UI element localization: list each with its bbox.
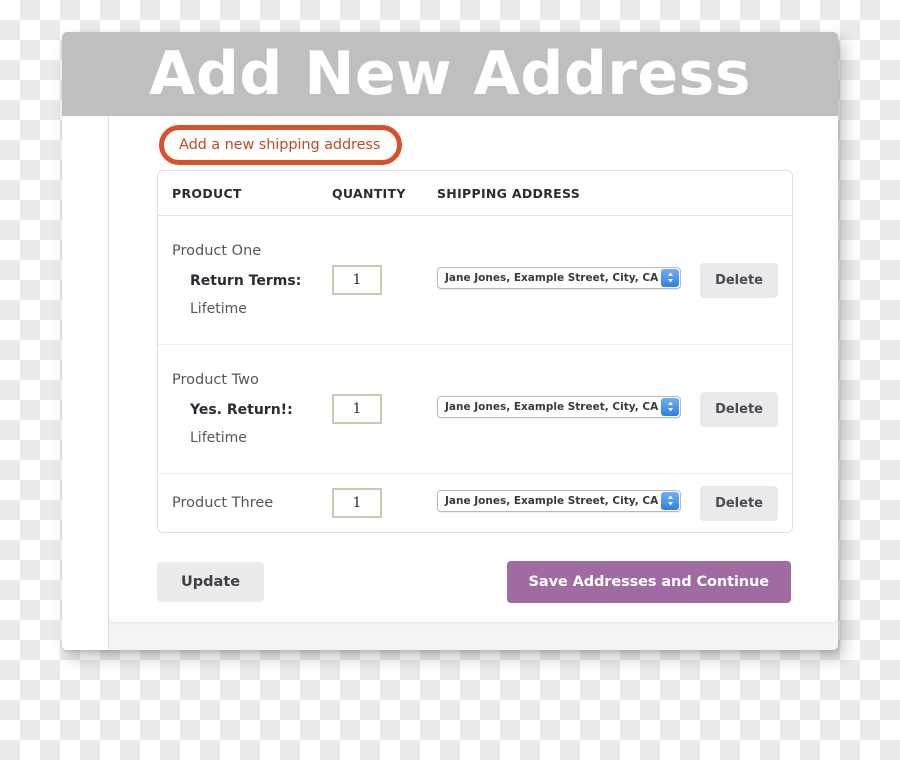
- action-cell: Delete: [686, 391, 778, 427]
- table-row: Product Three Jane Jones, Example Street…: [158, 474, 792, 532]
- address-cell: Jane Jones, Example Street, City, CA: [437, 266, 686, 294]
- product-cell: Product Three: [172, 485, 332, 521]
- action-cell: Delete: [686, 485, 778, 521]
- product-name: Product One: [172, 243, 262, 259]
- product-cell: Product One Return Terms: Lifetime: [172, 233, 332, 327]
- product-name: Product Three: [172, 495, 274, 511]
- quantity-input[interactable]: [332, 488, 382, 518]
- quantity-input[interactable]: [332, 394, 382, 424]
- add-shipping-address-link[interactable]: Add a new shipping address: [167, 130, 394, 160]
- content-panel: Add a new shipping address PRODUCT QUANT…: [109, 116, 838, 622]
- add-shipping-address-wrapper: Add a new shipping address: [159, 125, 403, 165]
- page-title: Add New Address: [149, 39, 751, 109]
- shipping-address-select-value: Jane Jones, Example Street, City, CA: [445, 271, 659, 284]
- column-header-shipping-address: SHIPPING ADDRESS: [437, 185, 580, 201]
- bottom-actions: Update Save Addresses and Continue: [157, 561, 791, 603]
- table-row: Product One Return Terms: Lifetime Jane …: [158, 216, 792, 345]
- shipping-address-select-value: Jane Jones, Example Street, City, CA: [445, 400, 659, 413]
- table-row: Product Two Yes. Return!: Lifetime Jane …: [158, 345, 792, 474]
- return-terms-value: Lifetime: [190, 301, 247, 317]
- chevron-up-down-icon[interactable]: [661, 268, 679, 287]
- update-button[interactable]: Update: [157, 562, 265, 602]
- quantity-cell: [332, 265, 437, 295]
- product-cell: Product Two Yes. Return!: Lifetime: [172, 362, 332, 456]
- shipping-address-select[interactable]: Jane Jones, Example Street, City, CA: [437, 266, 681, 289]
- shipping-address-select[interactable]: Jane Jones, Example Street, City, CA: [437, 489, 681, 512]
- shipping-address-select[interactable]: Jane Jones, Example Street, City, CA: [437, 395, 681, 418]
- quantity-cell: [332, 488, 437, 518]
- save-addresses-and-continue-button[interactable]: Save Addresses and Continue: [506, 561, 791, 603]
- column-header-quantity: QUANTITY: [332, 185, 406, 201]
- address-cell: Jane Jones, Example Street, City, CA: [437, 395, 686, 423]
- card-body: Add a new shipping address PRODUCT QUANT…: [62, 116, 838, 650]
- left-gutter: [62, 116, 109, 650]
- table-header-row: PRODUCT QUANTITY SHIPPING ADDRESS: [158, 171, 792, 216]
- chevron-up-down-icon[interactable]: [661, 397, 679, 416]
- chevron-up-down-icon[interactable]: [661, 491, 679, 510]
- shipping-address-select-value: Jane Jones, Example Street, City, CA: [445, 494, 659, 507]
- delete-button[interactable]: Delete: [700, 391, 778, 427]
- title-banner: Add New Address: [62, 32, 838, 116]
- return-terms-label: Yes. Return!:: [190, 402, 293, 418]
- return-terms-label: Return Terms:: [190, 273, 302, 289]
- address-cell: Jane Jones, Example Street, City, CA: [437, 489, 686, 517]
- screenshot-card: Add New Address Add a new shipping addre…: [62, 32, 838, 650]
- column-header-product: PRODUCT: [172, 185, 242, 201]
- action-cell: Delete: [686, 262, 778, 298]
- return-terms-value: Lifetime: [190, 430, 247, 446]
- order-table: PRODUCT QUANTITY SHIPPING ADDRESS Produc…: [157, 170, 793, 533]
- quantity-cell: [332, 394, 437, 424]
- product-name: Product Two: [172, 372, 259, 388]
- delete-button[interactable]: Delete: [700, 485, 778, 521]
- quantity-input[interactable]: [332, 265, 382, 295]
- delete-button[interactable]: Delete: [700, 262, 778, 298]
